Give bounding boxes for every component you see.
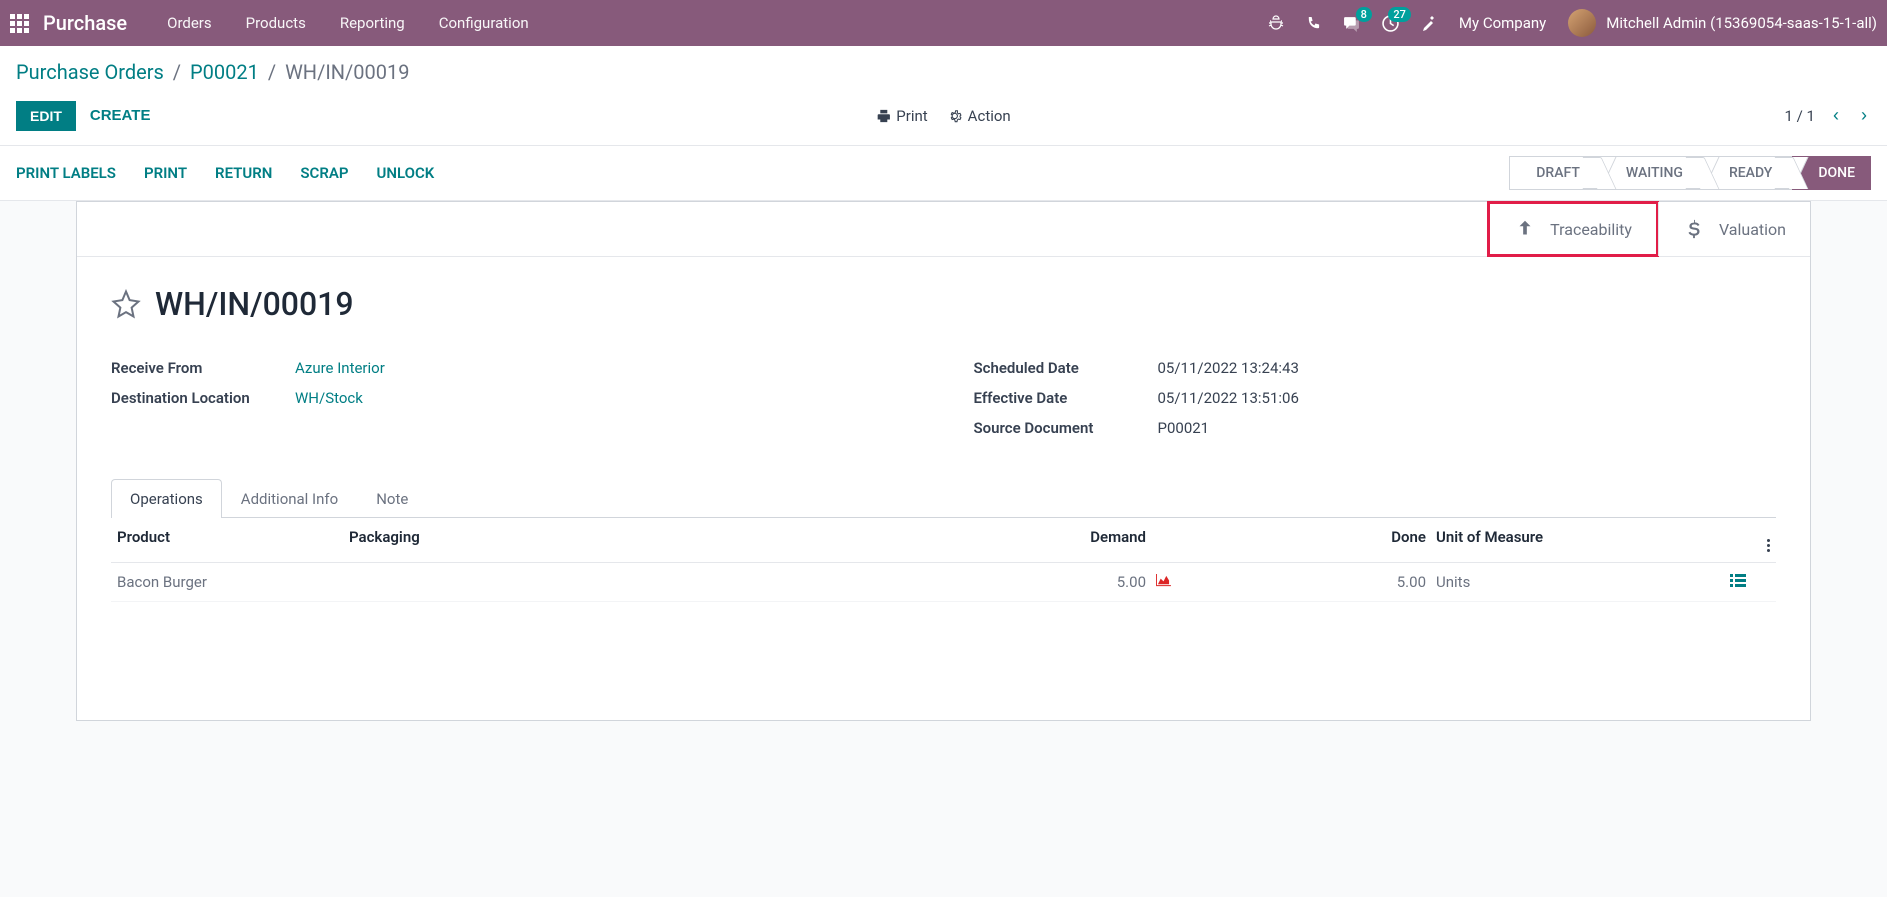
row-demand: 5.00: [569, 573, 1156, 591]
dest-label: Destination Location: [111, 389, 295, 407]
operations-grid: Product Packaging Demand Done Unit of Me…: [111, 518, 1776, 602]
action-links: PRINT LABELS PRINT RETURN SCRAP UNLOCK: [16, 164, 434, 182]
arrow-up-icon: [1514, 218, 1536, 240]
nav-orders[interactable]: Orders: [167, 14, 212, 32]
dollar-icon: [1683, 218, 1705, 240]
receive-from-label: Receive From: [111, 359, 295, 377]
kebab-icon: [1767, 539, 1770, 552]
scheduled-value: 05/11/2022 13:24:43: [1158, 359, 1299, 377]
fields: Receive From Azure Interior Destination …: [111, 353, 1776, 443]
tab-note[interactable]: Note: [357, 479, 427, 518]
stat-buttons: Traceability Valuation: [77, 202, 1810, 257]
tools-icon[interactable]: [1421, 15, 1437, 31]
star-icon[interactable]: [111, 289, 141, 319]
source-value: P00021: [1158, 419, 1210, 437]
valuation-button[interactable]: Valuation: [1658, 202, 1810, 256]
tab-operations[interactable]: Operations: [111, 479, 222, 518]
create-button[interactable]: CREATE: [76, 100, 165, 131]
status-waiting[interactable]: WAITING: [1600, 156, 1703, 190]
breadcrumb-row: Purchase Orders / P00021 / WH/IN/00019: [0, 46, 1887, 90]
app-name[interactable]: Purchase: [43, 11, 127, 35]
detail-icon[interactable]: [1706, 573, 1746, 591]
topbar-right: 8 27 My Company Mitchell Admin (15369054…: [1268, 9, 1877, 37]
content: Traceability Valuation WH/IN/00019 Recei…: [0, 201, 1887, 721]
nav-menu: Orders Products Reporting Configuration: [167, 14, 529, 32]
fields-right: Scheduled Date 05/11/2022 13:24:43 Effec…: [974, 353, 1777, 443]
form-sheet: Traceability Valuation WH/IN/00019 Recei…: [76, 201, 1811, 721]
company-selector[interactable]: My Company: [1459, 14, 1546, 32]
print-labels-button[interactable]: PRINT LABELS: [16, 164, 116, 182]
effective-value: 05/11/2022 13:51:06: [1158, 389, 1299, 407]
sheet-body: WH/IN/00019 Receive From Azure Interior …: [77, 257, 1810, 630]
nav-products[interactable]: Products: [246, 14, 306, 32]
print-dropdown[interactable]: Print: [876, 107, 927, 125]
gear-icon: [948, 109, 962, 123]
receive-from-value[interactable]: Azure Interior: [295, 359, 385, 377]
traceability-button[interactable]: Traceability: [1487, 201, 1659, 257]
tab-additional-info[interactable]: Additional Info: [222, 479, 357, 518]
title-row: WH/IN/00019: [111, 285, 1776, 323]
breadcrumb-po[interactable]: P00021: [190, 60, 259, 84]
effective-label: Effective Date: [974, 389, 1158, 407]
avatar: [1568, 9, 1596, 37]
row-done: 5.00: [1206, 573, 1436, 591]
dest-value[interactable]: WH/Stock: [295, 389, 363, 407]
toolbar-row: EDIT CREATE Print Action 1 / 1 ‹ ›: [0, 90, 1887, 146]
unlock-button[interactable]: UNLOCK: [377, 164, 435, 182]
row-packaging: [349, 573, 569, 591]
nav-reporting[interactable]: Reporting: [340, 14, 405, 32]
return-button[interactable]: RETURN: [215, 164, 272, 182]
col-done-header: Done: [1206, 528, 1436, 552]
topbar: Purchase Orders Products Reporting Confi…: [0, 0, 1887, 46]
pager-next[interactable]: ›: [1857, 105, 1871, 126]
col-product-header: Product: [117, 528, 349, 552]
messaging-icon[interactable]: 8: [1343, 15, 1360, 32]
activity-badge: 27: [1388, 7, 1411, 22]
user-menu[interactable]: Mitchell Admin (15369054-saas-15-1-all): [1568, 9, 1877, 37]
actionbar: PRINT LABELS PRINT RETURN SCRAP UNLOCK D…: [0, 146, 1887, 201]
col-uom-header: Unit of Measure: [1436, 528, 1706, 552]
status-bar: DRAFT WAITING READY DONE: [1509, 156, 1871, 190]
scheduled-label: Scheduled Date: [974, 359, 1158, 377]
grid-options[interactable]: [1746, 528, 1770, 552]
edit-button[interactable]: EDIT: [16, 101, 76, 131]
phone-icon[interactable]: [1306, 16, 1321, 31]
toolbar-center: Print Action: [876, 107, 1010, 125]
user-name: Mitchell Admin (15369054-saas-15-1-all): [1606, 14, 1877, 32]
print-button[interactable]: PRINT: [144, 164, 187, 182]
breadcrumb: Purchase Orders / P00021 / WH/IN/00019: [16, 60, 410, 84]
bug-icon[interactable]: [1268, 15, 1284, 31]
col-demand-header: Demand: [569, 528, 1156, 552]
status-draft[interactable]: DRAFT: [1509, 156, 1600, 190]
fields-left: Receive From Azure Interior Destination …: [111, 353, 914, 443]
pager: 1 / 1 ‹ ›: [1785, 105, 1872, 126]
msg-badge: 8: [1356, 7, 1372, 22]
pager-prev[interactable]: ‹: [1829, 105, 1843, 126]
tabs: Operations Additional Info Note: [111, 479, 1776, 518]
scrap-button[interactable]: SCRAP: [300, 164, 348, 182]
page-title: WH/IN/00019: [155, 285, 354, 323]
table-row[interactable]: Bacon Burger 5.00 5.00 Units: [111, 563, 1776, 602]
source-label: Source Document: [974, 419, 1158, 437]
activity-icon[interactable]: 27: [1382, 15, 1399, 32]
row-product: Bacon Burger: [117, 573, 349, 591]
breadcrumb-orders[interactable]: Purchase Orders: [16, 60, 164, 84]
print-icon: [876, 109, 890, 123]
row-uom: Units: [1436, 573, 1706, 591]
grid-header: Product Packaging Demand Done Unit of Me…: [111, 518, 1776, 563]
nav-configuration[interactable]: Configuration: [439, 14, 529, 32]
pager-text: 1 / 1: [1785, 107, 1816, 125]
col-packaging-header: Packaging: [349, 528, 569, 552]
apps-icon[interactable]: [10, 14, 29, 33]
forecast-icon[interactable]: [1156, 573, 1206, 591]
action-dropdown[interactable]: Action: [948, 107, 1011, 125]
breadcrumb-current: WH/IN/00019: [285, 60, 409, 84]
